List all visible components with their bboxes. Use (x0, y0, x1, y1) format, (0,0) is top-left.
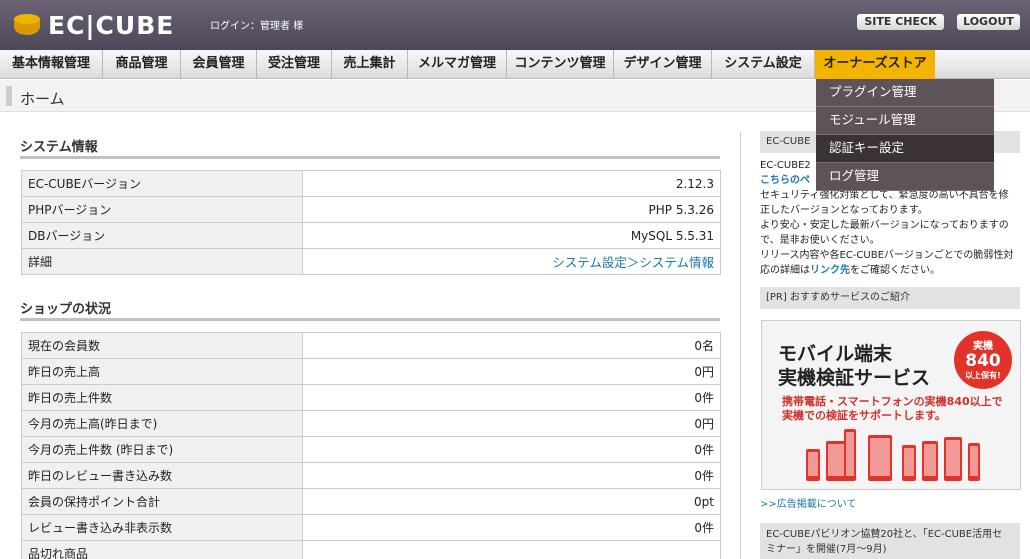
phone-icon (922, 441, 938, 481)
column-divider (740, 132, 741, 559)
site-check-button[interactable]: SITE CHECK (857, 14, 944, 30)
nav-system[interactable]: システム設定 (712, 50, 815, 79)
row-key: 昨日の売上件数 (21, 384, 303, 411)
phone-icon (902, 445, 916, 481)
page-title: ホーム (20, 90, 65, 108)
shop-status-divider (20, 318, 720, 321)
news-line: リリース内容や各EC-CUBEバージョンごとでの脆弱性対 (760, 250, 1014, 261)
table-row: 現在の会員数 0名 (21, 332, 721, 359)
table-row: 会員の保持ポイント合計 0pt (21, 488, 721, 515)
nav-members[interactable]: 会員管理 (181, 50, 257, 79)
table-row: 昨日のレビュー書き込み数 0件 (21, 462, 721, 489)
banner-subtitle: 携帯電話・スマートフォンの実機840以上で実機での検証をサポートします。 (782, 395, 1003, 422)
logo-text: EC|CUBE (48, 10, 175, 40)
nav-products[interactable]: 商品管理 (103, 50, 181, 79)
row-value: 0件 (302, 514, 721, 541)
dropdown-log[interactable]: ログ管理 (816, 163, 994, 191)
row-value: 0件 (302, 436, 721, 463)
phone-icon (806, 449, 820, 481)
row-key: 昨日のレビュー書き込み数 (21, 462, 303, 489)
row-value: 0円 (302, 410, 721, 437)
table-row: 今月の売上高(昨日まで) 0円 (21, 410, 721, 437)
mobile-verification-banner[interactable]: モバイル端末 実機検証サービス 実機 840 以上保有! 携帯電話・スマートフォ… (761, 320, 1021, 490)
nav-owners-store[interactable]: オーナーズストア (815, 50, 935, 79)
pr-header: [PR] おすすめサービスのご紹介 (760, 287, 1020, 309)
news-line: 応の詳細はリンク先をご確認ください。 (760, 265, 940, 276)
row-value: 2.12.3 (302, 170, 721, 197)
table-row: 品切れ商品 (21, 540, 721, 559)
nav-orders[interactable]: 受注管理 (257, 50, 332, 79)
system-info-divider (20, 156, 720, 159)
row-key: PHPバージョン (21, 196, 303, 223)
news-page-link[interactable]: こちらのペ (760, 175, 810, 186)
main-nav: 基本情報管理 商品管理 会員管理 受注管理 売上集計 メルマガ管理 コンテンツ管… (0, 50, 1030, 79)
row-value: 0件 (302, 384, 721, 411)
row-value: システム設定＞システム情報 (302, 248, 721, 275)
header: EC|CUBE ログイン：管理者 様 SITE CHECK LOGOUT (0, 0, 1030, 50)
row-key: EC-CUBEバージョン (21, 170, 303, 197)
phone-icon (968, 443, 980, 481)
row-key: レビュー書き込み非表示数 (21, 514, 303, 541)
login-info: ログイン：管理者 様 (210, 21, 304, 32)
banner-title-2: 実機検証サービス (778, 367, 931, 389)
nav-mailmag[interactable]: メルマガ管理 (408, 50, 507, 79)
table-row: PHPバージョン PHP 5.3.26 (21, 196, 721, 223)
system-info-link[interactable]: システム設定＞システム情報 (552, 255, 714, 270)
nav-sales[interactable]: 売上集計 (332, 50, 408, 79)
row-key: 品切れ商品 (21, 540, 303, 559)
cube-logo-icon (12, 11, 42, 39)
row-key: 昨日の売上高 (21, 358, 303, 385)
ad-info-link[interactable]: >>広告掲載について (760, 495, 856, 510)
table-row: 今月の売上件数 (昨日まで) 0件 (21, 436, 721, 463)
row-key: 今月の売上高(昨日まで) (21, 410, 303, 437)
nav-contents[interactable]: コンテンツ管理 (507, 50, 614, 79)
dropdown-plugin[interactable]: プラグイン管理 (816, 79, 994, 107)
table-row: レビュー書き込み非表示数 0件 (21, 514, 721, 541)
table-row: 昨日の売上件数 0件 (21, 384, 721, 411)
nav-basic-info[interactable]: 基本情報管理 (0, 50, 103, 79)
row-value: 0名 (302, 332, 721, 359)
row-value: 0円 (302, 358, 721, 385)
shop-status-table: 現在の会員数 0名 昨日の売上高 0円 昨日の売上件数 0件 今月の売上高(昨日まで)… (21, 332, 721, 559)
phone-icon (868, 435, 892, 481)
system-info-title: システム情報 (20, 140, 98, 155)
row-value: 0件 (302, 462, 721, 489)
row-value (302, 540, 721, 559)
shop-status-title: ショップの状況 (20, 302, 112, 317)
news-line: で、是非お使いください。 (760, 235, 880, 246)
row-key: 現在の会員数 (21, 332, 303, 359)
news-line: 正したバージョンとなっております。 (760, 205, 928, 216)
row-key: DBバージョン (21, 222, 303, 249)
table-row: 昨日の売上高 0円 (21, 358, 721, 385)
breadcrumb-marker (6, 86, 12, 106)
logout-button[interactable]: LOGOUT (957, 14, 1020, 30)
banner-title-1: モバイル端末 (778, 343, 893, 365)
owners-store-dropdown: プラグイン管理 モジュール管理 認証キー設定 ログ管理 (816, 79, 994, 191)
logo[interactable]: EC|CUBE (12, 9, 174, 41)
row-key: 会員の保持ポイント合計 (21, 488, 303, 515)
phone-icon (844, 429, 856, 481)
details-link[interactable]: リンク先 (810, 265, 850, 276)
system-info-table: EC-CUBEバージョン 2.12.3 PHPバージョン PHP 5.3.26 … (21, 170, 721, 275)
dropdown-module[interactable]: モジュール管理 (816, 107, 994, 135)
table-row: DBバージョン MySQL 5.5.31 (21, 222, 721, 249)
seminar-header[interactable]: EC-CUBEパビリオン協賛20社と、「EC-CUBE活用セ ミナー」を開催(7… (760, 523, 1020, 559)
phone-icon (944, 437, 962, 481)
device-count-badge: 実機 840 以上保有! (954, 331, 1012, 389)
row-key: 詳細 (21, 248, 303, 275)
news-line: より安心・安定した最新バージョンになっておりますの (760, 220, 1009, 231)
table-row: EC-CUBEバージョン 2.12.3 (21, 170, 721, 197)
row-value: PHP 5.3.26 (302, 196, 721, 223)
row-value: MySQL 5.5.31 (302, 222, 721, 249)
dropdown-auth-key[interactable]: 認証キー設定 (816, 135, 994, 163)
table-row: 詳細 システム設定＞システム情報 (21, 248, 721, 275)
nav-design[interactable]: デザイン管理 (614, 50, 712, 79)
row-key: 今月の売上件数 (昨日まで) (21, 436, 303, 463)
row-value: 0pt (302, 488, 721, 515)
